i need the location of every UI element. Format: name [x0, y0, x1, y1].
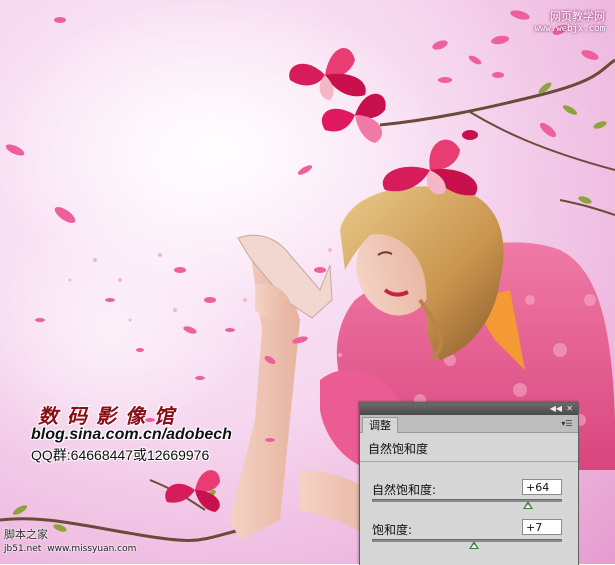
panel-menu-icon[interactable]: ▾☰	[560, 418, 574, 429]
studio-qq: QQ群:64668447或12669976	[31, 447, 210, 463]
studio-name: 数码影像馆	[38, 404, 183, 428]
bottom-watermark: 脚本之家 jb51.net www.missyuan.com	[4, 526, 136, 554]
saturation-slider-track[interactable]	[372, 539, 562, 542]
studio-blog: blog.sina.com.cn/adobech	[31, 426, 232, 443]
panel-tabbar: 调整 ▾☰	[360, 415, 578, 433]
bottom-watermark-site-a: jb51.net	[4, 544, 42, 554]
site-watermark: 网页教学网 www.webjx.com	[535, 8, 605, 34]
close-icon[interactable]: ✕	[566, 404, 573, 414]
saturation-input[interactable]: +7	[522, 519, 562, 535]
site-watermark-url: www.webjx.com	[534, 24, 605, 34]
vibrance-input[interactable]: +64	[522, 479, 562, 495]
tab-adjustments[interactable]: 调整	[362, 417, 398, 433]
bottom-watermark-name: 脚本之家	[4, 528, 48, 541]
vibrance-slider-track[interactable]	[372, 499, 562, 502]
adjustments-panel: ◀◀ ✕ 调整 ▾☰ 自然饱和度 自然饱和度: +64 饱和度: +7	[359, 402, 579, 565]
divider	[360, 461, 578, 462]
bottom-watermark-site-b: www.missyuan.com	[47, 544, 137, 554]
collapse-icon[interactable]: ◀◀	[550, 404, 562, 414]
site-watermark-name: 网页教学网	[550, 10, 605, 23]
panel-titlebar[interactable]: ◀◀ ✕	[360, 403, 578, 415]
panel-heading: 自然饱和度	[368, 442, 429, 456]
saturation-label: 饱和度:	[372, 523, 413, 537]
vibrance-label: 自然饱和度:	[372, 483, 437, 497]
